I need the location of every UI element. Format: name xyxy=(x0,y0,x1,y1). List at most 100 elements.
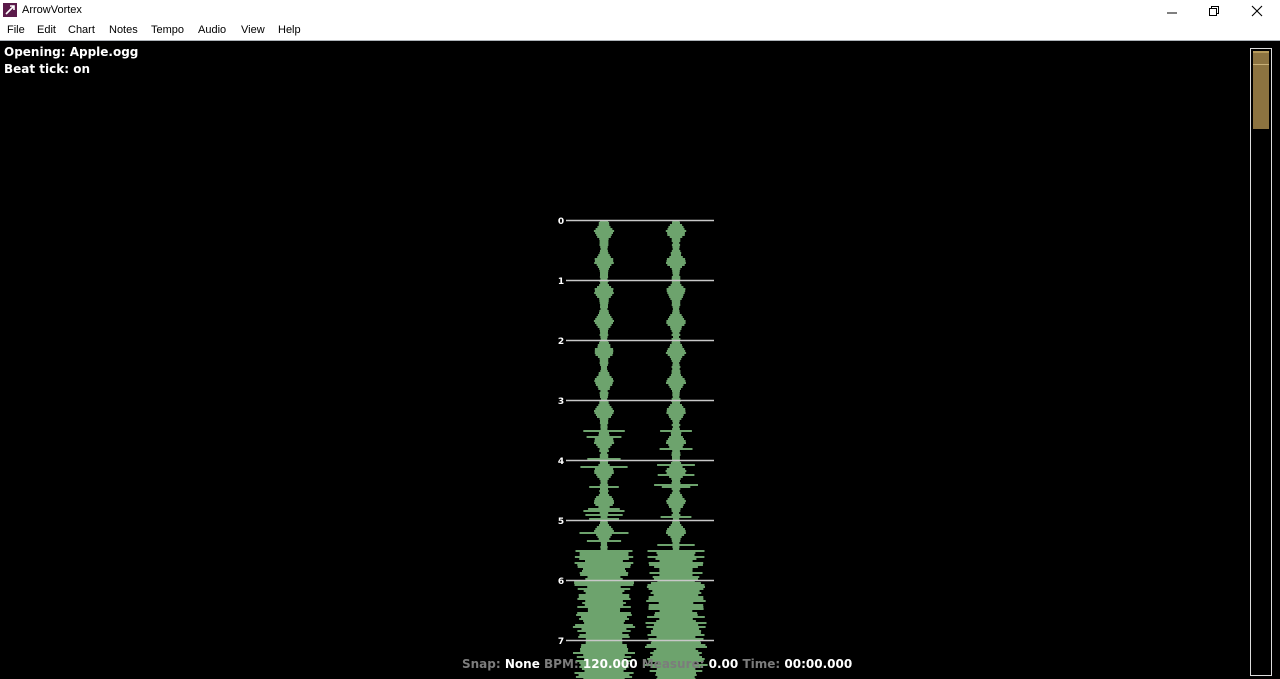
waveform-slice xyxy=(581,628,627,630)
waveform-slice xyxy=(667,318,685,320)
waveform-slice xyxy=(670,328,682,330)
waveform-slice xyxy=(599,240,609,242)
menu-help[interactable]: Help xyxy=(278,24,301,36)
waveform-slice xyxy=(594,380,614,382)
waveform-slice xyxy=(670,254,681,256)
waveform-slice xyxy=(594,412,614,414)
menu-file[interactable]: File xyxy=(7,24,25,36)
waveform-slice xyxy=(657,464,695,466)
waveform-slice xyxy=(599,358,609,360)
waveform-slice xyxy=(595,232,613,234)
waveform-slice xyxy=(599,328,609,330)
waveform-slice xyxy=(653,624,699,626)
waveform-slice xyxy=(672,270,680,272)
waveform-slice xyxy=(574,582,634,584)
waveform-slice xyxy=(600,332,608,334)
waveform-slice xyxy=(600,248,608,250)
waveform-slice xyxy=(670,494,682,496)
waveform-slice xyxy=(597,326,611,328)
menu-edit[interactable]: Edit xyxy=(37,24,56,36)
waveform-slice xyxy=(599,312,609,314)
waveform-slice xyxy=(596,234,612,236)
waveform-slice xyxy=(671,454,681,456)
waveform-slice xyxy=(596,526,612,528)
waveform-slice xyxy=(598,374,610,376)
waveform-slice xyxy=(600,548,608,550)
waveform-slice xyxy=(599,454,609,456)
restore-icon xyxy=(1209,5,1219,16)
waveform-slice xyxy=(577,630,631,632)
waveform-view[interactable]: 0 1 2 3 4 5 6 7 xyxy=(0,41,1280,679)
waveform-slice xyxy=(667,292,685,294)
waveform-slice xyxy=(597,536,611,538)
waveform-slice xyxy=(599,422,609,424)
waveform-slice xyxy=(583,510,625,512)
waveform-slice xyxy=(577,566,631,568)
waveform-slice xyxy=(574,672,634,674)
waveform-slice xyxy=(670,284,682,286)
waveform-slice xyxy=(597,266,610,268)
waveform-slice xyxy=(650,652,702,654)
waveform-slice xyxy=(582,570,626,572)
waveform-slice xyxy=(652,576,700,578)
waveform-slice xyxy=(595,382,613,384)
waveform-slice xyxy=(669,346,683,348)
waveform-slice xyxy=(671,492,681,494)
waveform-slice xyxy=(597,386,611,388)
vertical-scrollbar[interactable] xyxy=(1250,48,1272,676)
waveform-slice xyxy=(672,394,680,396)
waveform-slice xyxy=(669,224,683,226)
waveform-slice xyxy=(671,398,681,400)
scrollbar-thumb[interactable] xyxy=(1253,51,1269,129)
waveform-slice xyxy=(671,244,681,246)
waveform-slice xyxy=(598,372,610,374)
menu-audio[interactable]: Audio xyxy=(198,24,226,36)
waveform-slice xyxy=(594,290,614,292)
waveform-slice xyxy=(600,306,608,308)
waveform-slice xyxy=(586,436,622,438)
waveform-slice xyxy=(599,330,608,332)
waveform-slice xyxy=(648,598,704,600)
waveform-slice xyxy=(657,554,695,556)
waveform-slice xyxy=(599,284,609,286)
menu-notes[interactable]: Notes xyxy=(109,24,138,36)
menu-chart[interactable]: Chart xyxy=(68,24,95,36)
waveform-slice xyxy=(589,486,619,488)
waveform-slice xyxy=(588,508,620,510)
waveform-slice xyxy=(656,552,696,554)
waveform-slice xyxy=(671,538,681,540)
waveform-slice xyxy=(672,310,680,312)
waveform-slice xyxy=(596,264,612,266)
menu-bar: File Edit Chart Notes Tempo Audio View H… xyxy=(0,21,1280,41)
minimize-button[interactable] xyxy=(1151,0,1193,21)
measure-number: 2 xyxy=(558,337,564,347)
waveform-slice xyxy=(599,302,609,304)
waveform-slice xyxy=(665,470,687,472)
waveform-slice xyxy=(673,336,679,338)
waveform-slice xyxy=(594,498,614,500)
waveform-slice xyxy=(594,500,614,502)
waveform-slice xyxy=(599,298,609,300)
waveform-slice xyxy=(595,414,613,416)
close-button[interactable] xyxy=(1236,0,1278,21)
waveform-slice xyxy=(600,482,608,484)
waveform-slice xyxy=(646,586,705,588)
menu-view[interactable]: View xyxy=(241,24,265,36)
waveform-slice xyxy=(598,506,610,508)
waveform-slice xyxy=(585,578,623,580)
waveform-slice xyxy=(653,578,698,580)
chart-editor-canvas[interactable]: Opening: Apple.ogg Beat tick: on 0123456… xyxy=(0,41,1280,679)
waveform-slice xyxy=(599,244,609,246)
restore-button[interactable] xyxy=(1193,0,1235,21)
waveform-slice xyxy=(668,444,684,446)
waveform-slice xyxy=(600,546,608,548)
waveform-slice xyxy=(574,584,634,586)
waveform-slice xyxy=(666,382,686,384)
waveform-slice xyxy=(578,636,630,638)
waveform-slice xyxy=(600,336,608,338)
waveform-slice xyxy=(600,390,608,392)
waveform-slice xyxy=(646,600,706,602)
waveform-slice xyxy=(666,440,686,442)
waveform-slice xyxy=(671,238,681,240)
menu-tempo[interactable]: Tempo xyxy=(151,24,184,36)
